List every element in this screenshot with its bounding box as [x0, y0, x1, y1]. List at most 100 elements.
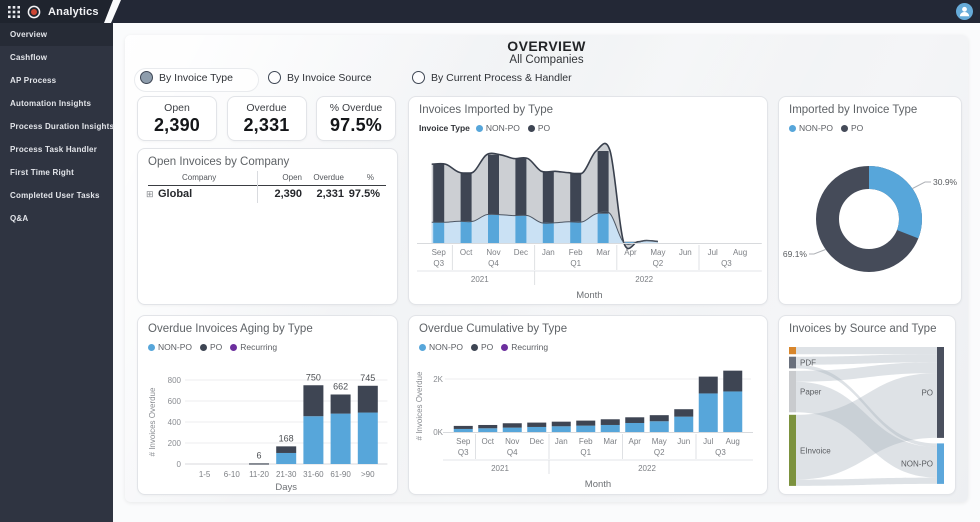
po-bar[interactable]	[331, 394, 351, 413]
chart-text: Jan	[555, 437, 568, 446]
po-bar[interactable]	[503, 423, 522, 427]
po-bar[interactable]	[358, 386, 378, 413]
po-bar[interactable]	[576, 421, 595, 426]
sidebar-item-automation-insights[interactable]: Automation Insights	[0, 92, 113, 115]
radio-by-current-process-handler[interactable]: By Current Process & Handler	[412, 71, 572, 84]
sankey-link[interactable]	[796, 347, 937, 354]
po-bar[interactable]	[276, 446, 296, 453]
po-bar[interactable]	[570, 173, 581, 222]
sidebar-item-process-task-handler[interactable]: Process Task Handler	[0, 138, 113, 161]
legend-item-recurring[interactable]: Recurring	[501, 342, 548, 352]
legend-item-non-po[interactable]: NON-PO	[476, 123, 520, 133]
sankey-source-node[interactable]	[789, 371, 796, 412]
nonpo-bar[interactable]	[650, 421, 669, 432]
po-bar[interactable]	[249, 463, 269, 464]
invoices-by-source-and-type-card[interactable]: Invoices by Source and Type PDFPaperEInv…	[778, 315, 956, 495]
sankey-source-node[interactable]	[789, 347, 796, 354]
po-bar[interactable]	[515, 159, 526, 216]
sankey-source-node[interactable]	[789, 357, 796, 369]
nonpo-bar[interactable]	[303, 416, 323, 464]
po-bar[interactable]	[461, 172, 472, 221]
nonpo-bar[interactable]	[461, 221, 472, 243]
nonpo-bar[interactable]	[552, 426, 571, 432]
nonpo-bar[interactable]	[503, 428, 522, 432]
nonpo-bar[interactable]	[454, 429, 473, 432]
nonpo-bar[interactable]	[723, 391, 742, 432]
kpi-card-overdue[interactable]: Overdue2,331	[227, 96, 307, 141]
radio-by-invoice-type[interactable]: By Invoice Type	[140, 71, 233, 84]
legend-item-non-po[interactable]: NON-PO	[419, 342, 463, 352]
po-bar[interactable]	[433, 164, 444, 222]
imported-by-invoice-type-card[interactable]: Imported by Invoice Type NON-POPO 30.9%6…	[778, 96, 962, 305]
legend-item-po[interactable]: PO	[471, 342, 493, 352]
po-bar[interactable]	[699, 377, 718, 394]
nonpo-bar[interactable]	[625, 423, 644, 432]
user-avatar[interactable]	[956, 3, 973, 20]
radio-unselected-icon[interactable]	[268, 71, 281, 84]
po-bar[interactable]	[552, 422, 571, 427]
nonpo-bar[interactable]	[576, 426, 595, 432]
sankey-link[interactable]	[796, 478, 937, 486]
po-bar[interactable]	[543, 171, 554, 222]
sidebar-item-first-time-right[interactable]: First Time Right	[0, 161, 113, 184]
legend-item-non-po[interactable]: NON-PO	[789, 123, 833, 133]
nonpo-bar[interactable]	[276, 453, 296, 464]
invoices-imported-by-type-card[interactable]: Invoices Imported by Type Invoice TypeNO…	[408, 96, 768, 305]
sidebar-item-process-duration-insights[interactable]: Process Duration Insights	[0, 115, 113, 138]
nonpo-bar[interactable]	[433, 222, 444, 243]
top-bar-main	[111, 0, 980, 23]
open-invoices-by-company-card[interactable]: Open Invoices by Company Company Open Ov…	[137, 148, 398, 305]
legend-item-non-po[interactable]: NON-PO	[148, 342, 192, 352]
nonpo-bar[interactable]	[331, 414, 351, 464]
nonpo-bar[interactable]	[488, 215, 499, 243]
sidebar-item-overview[interactable]: Overview	[0, 23, 113, 46]
po-bar[interactable]	[598, 151, 609, 214]
po-bar[interactable]	[674, 409, 693, 416]
po-bar[interactable]	[488, 155, 499, 215]
sidebar-item-ap-process[interactable]: AP Process	[0, 69, 113, 92]
col-header-overdue[interactable]: Overdue	[304, 173, 344, 182]
expand-icon[interactable]: ⊞	[146, 189, 154, 200]
radio-by-invoice-source[interactable]: By Invoice Source	[268, 71, 372, 84]
sidebar-item-completed-user-tasks[interactable]: Completed User Tasks	[0, 184, 113, 207]
po-bar[interactable]	[625, 417, 644, 423]
col-header-pct[interactable]: %	[342, 173, 374, 182]
radio-unselected-icon[interactable]	[412, 71, 425, 84]
kpi-card--overdue[interactable]: % Overdue97.5%	[316, 96, 396, 141]
legend-item-po[interactable]: PO	[200, 342, 222, 352]
po-bar[interactable]	[478, 425, 497, 428]
sidebar-item-cashflow[interactable]: Cashflow	[0, 46, 113, 69]
chart-text: Q3	[721, 259, 732, 268]
nonpo-bar[interactable]	[570, 222, 581, 243]
legend-item-po[interactable]: PO	[528, 123, 550, 133]
po-bar[interactable]	[527, 423, 546, 427]
overdue-aging-by-type-card[interactable]: Overdue Invoices Aging by Type NON-POPOR…	[137, 315, 398, 495]
po-bar[interactable]	[723, 371, 742, 392]
sankey-source-node[interactable]	[789, 415, 796, 486]
nonpo-bar[interactable]	[699, 393, 718, 432]
table-row-company[interactable]: Global	[158, 188, 192, 200]
po-bar[interactable]	[454, 426, 473, 429]
nonpo-bar[interactable]	[515, 216, 526, 243]
po-bar[interactable]	[650, 415, 669, 421]
nonpo-bar[interactable]	[601, 425, 620, 432]
sidebar-item-q-a[interactable]: Q&A	[0, 207, 113, 230]
nonpo-bar[interactable]	[358, 413, 378, 464]
legend-item-recurring[interactable]: Recurring	[230, 342, 277, 352]
overdue-cumulative-by-type-card[interactable]: Overdue Cumulative by Type NON-POPORecur…	[408, 315, 768, 495]
legend-item-po[interactable]: PO	[841, 123, 863, 133]
nonpo-bar[interactable]	[478, 428, 497, 432]
nonpo-bar[interactable]	[598, 214, 609, 243]
sankey-target-node[interactable]	[937, 347, 944, 438]
waffle-menu-icon[interactable]	[8, 6, 20, 18]
sankey-target-node[interactable]	[937, 443, 944, 484]
col-header-open[interactable]: Open	[264, 173, 302, 182]
po-bar[interactable]	[303, 385, 323, 416]
radio-selected-icon[interactable]	[140, 71, 153, 84]
nonpo-bar[interactable]	[543, 223, 554, 243]
kpi-card-open[interactable]: Open2,390	[137, 96, 217, 141]
col-header-company[interactable]: Company	[182, 173, 216, 182]
po-bar[interactable]	[601, 419, 620, 425]
nonpo-bar[interactable]	[527, 427, 546, 432]
nonpo-bar[interactable]	[674, 417, 693, 432]
